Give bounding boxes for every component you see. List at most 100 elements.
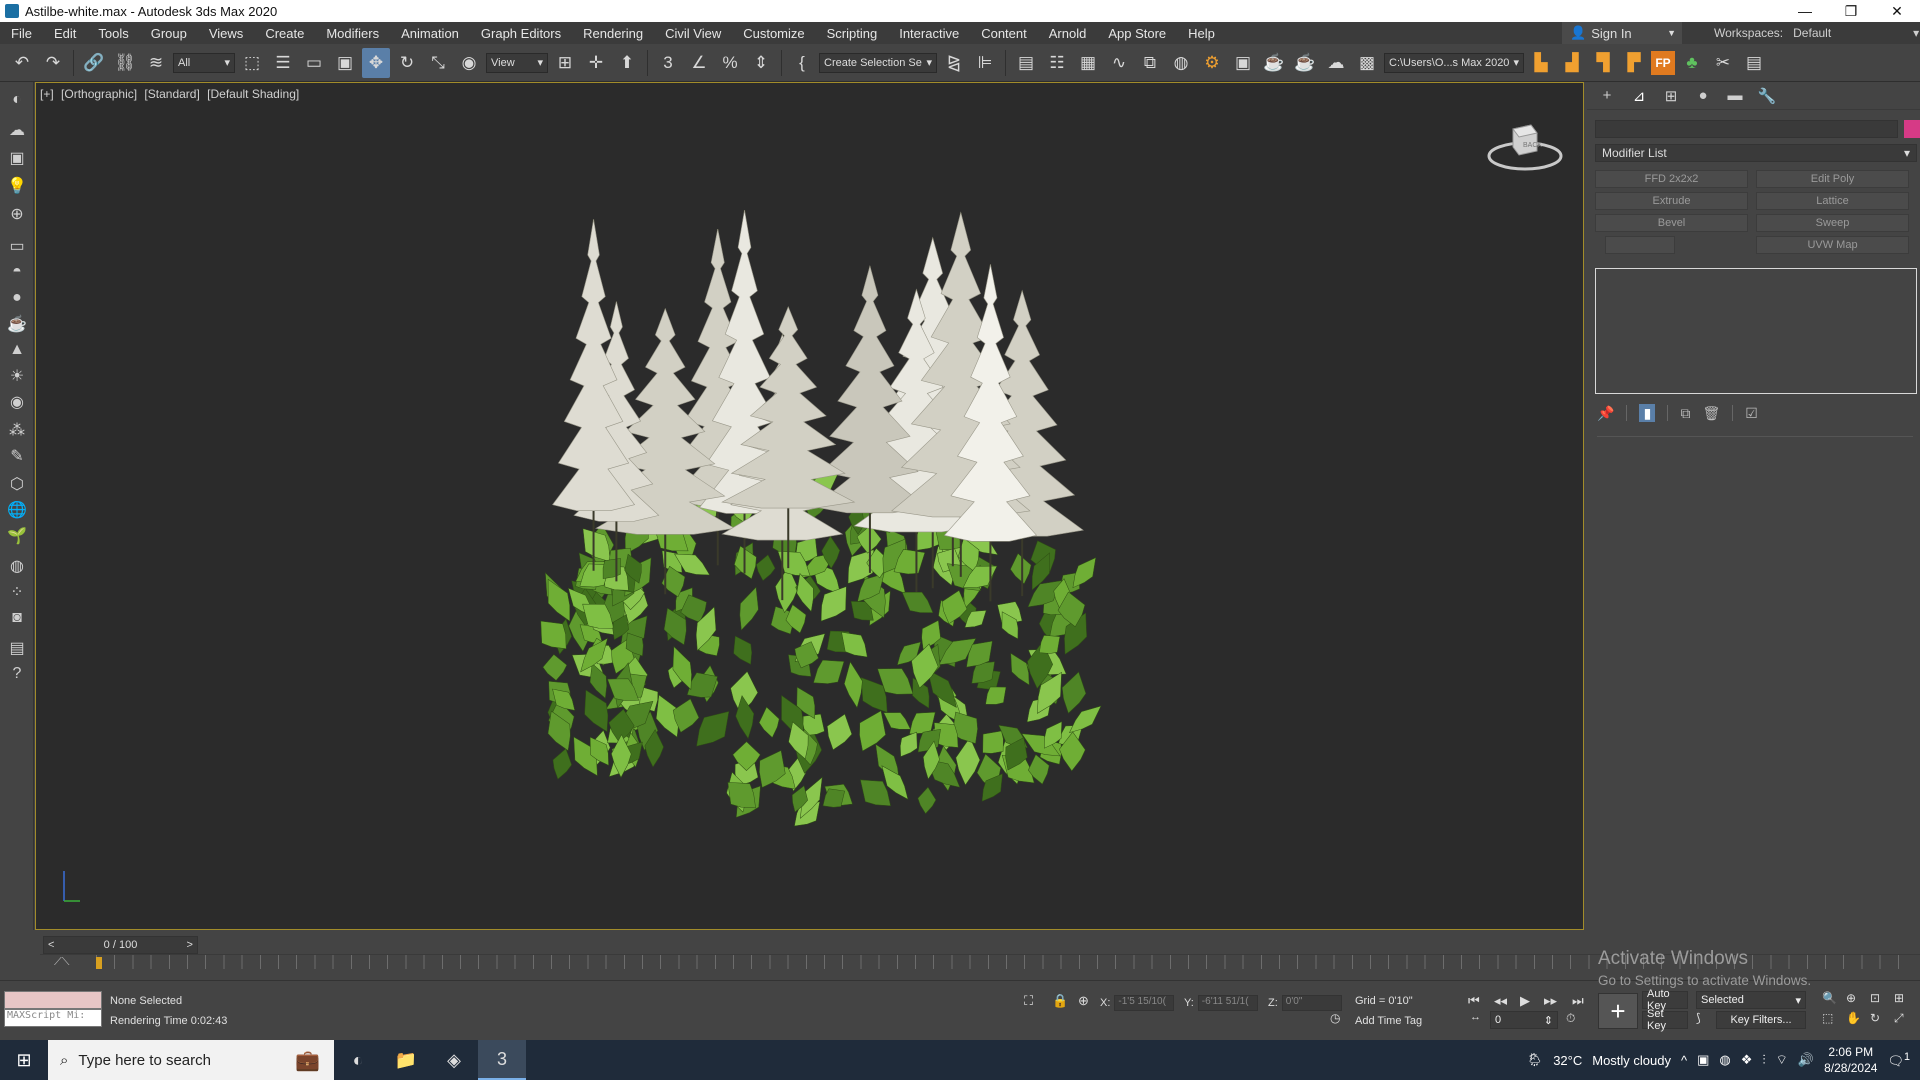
remove-modifier-icon[interactable]: 🗑 <box>1702 405 1720 422</box>
lattice-button[interactable]: Lattice <box>1756 192 1909 210</box>
picture-icon[interactable]: ▣ <box>5 146 29 170</box>
current-frame-field[interactable]: 0 ⇕ <box>1490 1011 1558 1029</box>
named-selection-dropdown[interactable]: Create Selection Se ▾ <box>819 52 937 73</box>
railclone-tree-icon[interactable]: ♣ <box>1678 48 1706 78</box>
material-editor-icon[interactable]: ◍ <box>1167 48 1195 78</box>
angle-snap-icon[interactable]: ∠ <box>685 48 713 78</box>
globe-icon[interactable]: 🌐 <box>5 498 29 522</box>
object-name-input[interactable] <box>1595 120 1899 138</box>
render-iterative-icon[interactable]: ☕ <box>1291 48 1319 78</box>
menu-app-store[interactable]: App Store <box>1097 26 1177 41</box>
render-in-cloud-icon[interactable]: ☁ <box>1322 48 1350 78</box>
container-icon[interactable]: ▙ <box>1527 48 1555 78</box>
astilbe-plant-model[interactable] <box>486 123 1146 883</box>
hierarchy-tab-icon[interactable]: ⊞ <box>1659 85 1683 107</box>
menu-help[interactable]: Help <box>1177 26 1226 41</box>
minimize-button[interactable]: — <box>1782 0 1828 22</box>
goto-start-icon[interactable]: ⏮ <box>1468 993 1480 1009</box>
viewport-standard-label[interactable]: [Standard] <box>144 87 199 101</box>
maxscript-listener[interactable]: MAXScript Mi: <box>4 991 102 1027</box>
modify-tab-icon[interactable]: ⊿ <box>1627 85 1651 107</box>
windows-start-icon[interactable]: ⊞ <box>0 1040 48 1080</box>
menu-customize[interactable]: Customize <box>732 26 815 41</box>
x-field[interactable]: -1'5 15/10( <box>1114 995 1175 1011</box>
network-icon[interactable]: ⫶ <box>1762 1052 1765 1068</box>
close-button[interactable]: ✕ <box>1874 0 1920 22</box>
zoom-extents-icon[interactable]: ⊡ <box>1870 991 1880 1005</box>
menu-views[interactable]: Views <box>198 26 254 41</box>
link-icon[interactable]: 🔗 <box>80 48 108 78</box>
auto-key-button[interactable]: Auto Key <box>1642 988 1688 1012</box>
tray-app-icon[interactable]: ▣ <box>1697 1052 1709 1068</box>
play-icon[interactable]: ▶ <box>1520 993 1530 1009</box>
taskbar-clock[interactable]: 2:06 PM 8/28/2024 <box>1824 1044 1877 1076</box>
forest-pack-button[interactable]: FP <box>1651 50 1675 75</box>
curve-editor-mini-icon[interactable]: ⟋⟍ <box>54 956 69 969</box>
y-field[interactable]: -6'11 51/1( <box>1197 995 1258 1011</box>
container-close-icon[interactable]: ▜ <box>1589 48 1617 78</box>
snaps-toggle-icon[interactable]: 3 <box>654 48 682 78</box>
menu-rendering[interactable]: Rendering <box>572 26 654 41</box>
set-key-button[interactable]: Set Key <box>1642 1008 1688 1032</box>
plant-icon[interactable]: 🌱 <box>5 524 29 548</box>
set-key-big-button[interactable]: + <box>1598 993 1638 1029</box>
scene-converter-icon[interactable]: ▤ <box>5 636 29 660</box>
spinner-snap-icon[interactable]: ⇕ <box>747 48 775 78</box>
taskbar-search-box[interactable]: ⌕ Type here to search 💼 <box>48 1040 334 1080</box>
particle-icon[interactable]: ⁂ <box>5 418 29 442</box>
render-view-icon[interactable]: ◙ <box>5 606 29 630</box>
select-and-move-icon[interactable]: ✥ <box>362 47 390 78</box>
selection-lock-icon[interactable]: 🔒 <box>1052 993 1068 1009</box>
undo-icon[interactable]: ↶ <box>8 48 36 78</box>
app-icon-1[interactable]: ◐ <box>334 1040 382 1080</box>
material-sphere-icon[interactable]: ◉ <box>5 390 29 414</box>
help-icon[interactable]: ? <box>5 662 29 686</box>
menu-modifiers[interactable]: Modifiers <box>315 26 390 41</box>
pan-view-icon[interactable]: ✋ <box>1846 1011 1861 1025</box>
show-end-result-icon[interactable]: ▮ <box>1639 404 1656 422</box>
uvw-map-button[interactable]: UVW Map <box>1756 236 1909 254</box>
maximize-viewport-icon[interactable]: ⤢ <box>1894 1011 1904 1026</box>
select-object-icon[interactable]: ⬚ <box>238 48 266 78</box>
menu-file[interactable]: File <box>0 26 43 41</box>
ffd-button[interactable]: FFD 2x2x2 <box>1595 170 1748 188</box>
chevron-up-icon[interactable]: ^ <box>1681 1053 1687 1068</box>
viewport-menu-plus[interactable]: [+] <box>40 87 54 101</box>
select-and-rotate-icon[interactable]: ↻ <box>393 48 421 78</box>
zoom-extents-all-icon[interactable]: ⊞ <box>1894 991 1904 1005</box>
project-folder-dropdown[interactable]: C:\Users\O...s Max 2020 ▾ <box>1384 52 1524 73</box>
maxscript-output[interactable] <box>4 991 102 1009</box>
reference-coordinate-dropdown[interactable]: View ▾ <box>486 52 548 73</box>
mesh-icon[interactable]: ⬡ <box>5 472 29 496</box>
volume-icon[interactable]: 🔊 <box>1798 1052 1814 1068</box>
key-filters-button[interactable]: Key Filters... <box>1716 1011 1806 1029</box>
add-time-tag[interactable]: Add Time Tag <box>1355 1015 1422 1027</box>
next-frame-icon[interactable]: ▸▸ <box>1544 993 1557 1009</box>
maxscript-input[interactable]: MAXScript Mi: <box>4 1009 102 1027</box>
scene-explorer-icon[interactable]: ▤ <box>1012 48 1040 78</box>
selection-filter-dropdown[interactable]: All ▾ <box>173 52 235 73</box>
viewport-shading-label[interactable]: [Default Shading] <box>207 87 299 101</box>
empty-modifier-button[interactable] <box>1605 236 1675 254</box>
spreadsheet-icon[interactable]: ▤ <box>1740 48 1768 78</box>
menu-interactive[interactable]: Interactive <box>888 26 970 41</box>
percent-snap-icon[interactable]: % <box>716 48 744 78</box>
select-by-name-icon[interactable]: ☰ <box>269 48 297 78</box>
rectangular-selection-icon[interactable]: ▭ <box>300 48 328 78</box>
viewcube-icon[interactable]: BACK <box>1485 111 1565 181</box>
box-primitive-icon[interactable]: ▭ <box>5 234 29 258</box>
sweep-button[interactable]: Sweep <box>1756 214 1909 232</box>
sign-in-dropdown[interactable]: 👤 Sign In ▼ <box>1562 22 1682 44</box>
materials-palette-icon[interactable]: ⁘ <box>5 580 29 604</box>
redo-icon[interactable]: ↷ <box>39 48 67 78</box>
weather-temp[interactable]: 32°C <box>1553 1053 1582 1068</box>
menu-civil-view[interactable]: Civil View <box>654 26 732 41</box>
bind-space-warp-icon[interactable]: ≋ <box>142 48 170 78</box>
object-color-swatch[interactable] <box>1904 120 1920 138</box>
chrome-icon[interactable]: ◍ <box>1719 1052 1730 1068</box>
key-tangent-icon[interactable]: ⟆ <box>1696 1011 1701 1025</box>
absolute-mode-icon[interactable]: ⊕ <box>1078 993 1089 1009</box>
workspaces-dropdown[interactable]: Default ▾ <box>1789 26 1920 40</box>
sphere-blue-icon[interactable]: ◍ <box>5 554 29 578</box>
modifier-stack-view[interactable] <box>1595 268 1917 394</box>
